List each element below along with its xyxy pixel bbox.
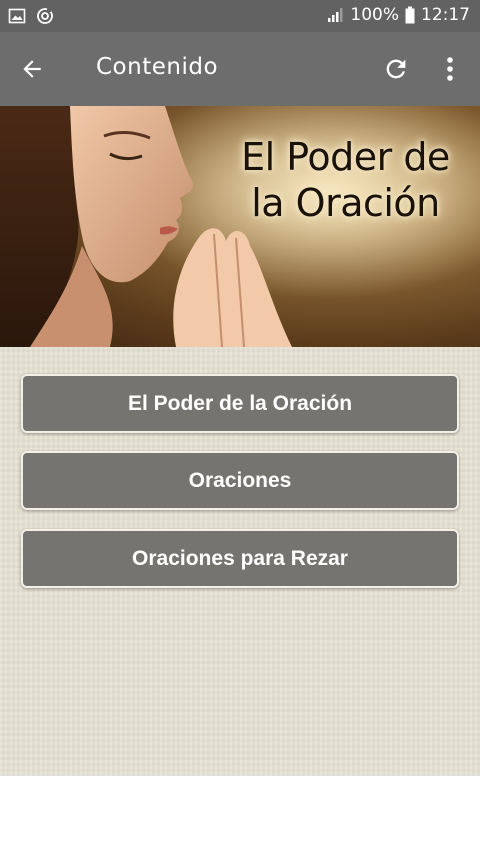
status-bar-right: 100% 12:17 xyxy=(326,5,470,25)
refresh-button[interactable] xyxy=(378,51,414,87)
refresh-icon xyxy=(386,59,406,79)
bottom-blank-area xyxy=(0,775,480,854)
more-options-button[interactable] xyxy=(436,51,464,87)
battery-icon xyxy=(405,6,415,24)
back-arrow-icon xyxy=(23,60,41,78)
battery-percent: 100% xyxy=(350,5,399,25)
banner-title-line-2: la Oración xyxy=(251,181,440,225)
banner-image: El Poder de la Oración xyxy=(0,106,480,347)
sync-icon xyxy=(36,7,54,25)
clock: 12:17 xyxy=(421,5,470,25)
back-button[interactable] xyxy=(14,51,50,87)
page-title: Contenido xyxy=(96,54,219,80)
status-bar: 100% 12:17 xyxy=(0,0,480,32)
image-icon xyxy=(8,7,26,25)
signal-icon xyxy=(326,6,344,24)
banner-title: El Poder de la Oración xyxy=(218,134,473,226)
banner-title-line-1: El Poder de xyxy=(241,135,450,179)
more-vert-icon xyxy=(447,57,453,81)
menu-button-oraciones[interactable]: Oraciones xyxy=(21,451,459,510)
menu-button-poder-oracion[interactable]: El Poder de la Oración xyxy=(21,374,459,433)
app-bar: Contenido xyxy=(0,32,480,106)
menu-button-oraciones-rezar[interactable]: Oraciones para Rezar xyxy=(21,529,459,588)
status-bar-left-icons xyxy=(8,7,54,25)
content-area: El Poder de la Oración Oraciones Oracion… xyxy=(0,347,480,775)
